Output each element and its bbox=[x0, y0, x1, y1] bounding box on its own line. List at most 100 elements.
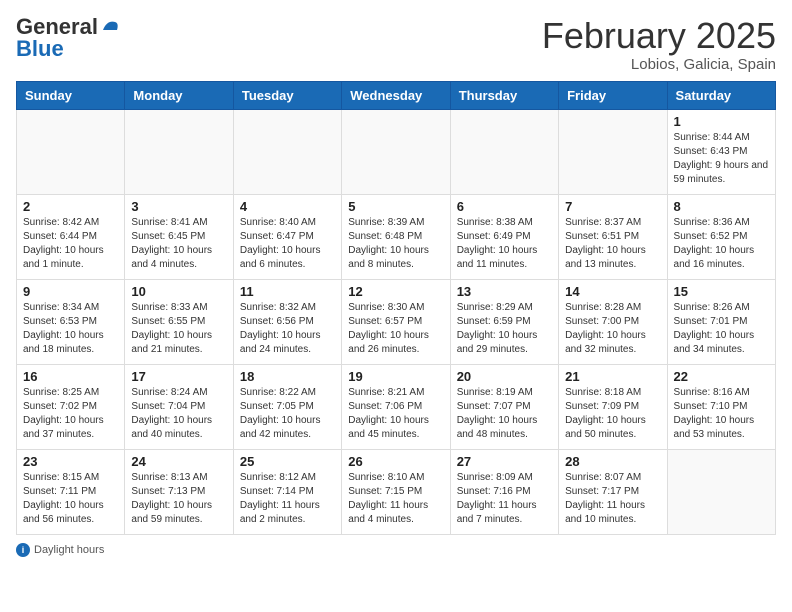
day-number: 2 bbox=[23, 199, 118, 214]
calendar-cell: 18 Sunrise: 8:22 AM Sunset: 7:05 PM Dayli… bbox=[233, 364, 341, 449]
day-info: Sunrise: 8:32 AM Sunset: 6:56 PM Dayligh… bbox=[240, 301, 335, 357]
day-info: Sunrise: 8:39 AM Sunset: 6:48 PM Dayligh… bbox=[348, 216, 443, 272]
week-row-2: 2 Sunrise: 8:42 AM Sunset: 6:44 PM Daylig… bbox=[17, 194, 776, 279]
day-number: 21 bbox=[565, 369, 660, 384]
page-header: General Blue February 2025 Lobios, Galic… bbox=[16, 16, 776, 73]
day-number: 9 bbox=[23, 284, 118, 299]
day-number: 14 bbox=[565, 284, 660, 299]
day-info: Sunrise: 8:13 AM Sunset: 7:13 PM Dayligh… bbox=[131, 471, 226, 527]
day-info: Sunrise: 8:25 AM Sunset: 7:02 PM Dayligh… bbox=[23, 386, 118, 442]
calendar-cell bbox=[125, 109, 233, 194]
calendar-cell bbox=[17, 109, 125, 194]
day-number: 8 bbox=[674, 199, 769, 214]
day-number: 24 bbox=[131, 454, 226, 469]
day-number: 11 bbox=[240, 284, 335, 299]
header-friday: Friday bbox=[559, 81, 667, 109]
calendar-cell: 23 Sunrise: 8:15 AM Sunset: 7:11 PM Dayli… bbox=[17, 449, 125, 534]
header-thursday: Thursday bbox=[450, 81, 558, 109]
calendar-cell: 10 Sunrise: 8:33 AM Sunset: 6:55 PM Dayli… bbox=[125, 279, 233, 364]
day-number: 7 bbox=[565, 199, 660, 214]
day-number: 17 bbox=[131, 369, 226, 384]
week-row-4: 16 Sunrise: 8:25 AM Sunset: 7:02 PM Dayli… bbox=[17, 364, 776, 449]
calendar-cell: 2 Sunrise: 8:42 AM Sunset: 6:44 PM Daylig… bbox=[17, 194, 125, 279]
day-info: Sunrise: 8:15 AM Sunset: 7:11 PM Dayligh… bbox=[23, 471, 118, 527]
calendar-cell: 25 Sunrise: 8:12 AM Sunset: 7:14 PM Dayli… bbox=[233, 449, 341, 534]
header-tuesday: Tuesday bbox=[233, 81, 341, 109]
day-number: 25 bbox=[240, 454, 335, 469]
day-number: 18 bbox=[240, 369, 335, 384]
calendar-cell: 15 Sunrise: 8:26 AM Sunset: 7:01 PM Dayli… bbox=[667, 279, 775, 364]
header-monday: Monday bbox=[125, 81, 233, 109]
calendar-cell: 12Sunrise: 8:30 AM Sunset: 6:57 PM Dayli… bbox=[342, 279, 450, 364]
day-number: 12 bbox=[348, 284, 443, 299]
day-info: Sunrise: 8:24 AM Sunset: 7:04 PM Dayligh… bbox=[131, 386, 226, 442]
footer-note: i Daylight hours bbox=[16, 543, 776, 557]
calendar-cell bbox=[559, 109, 667, 194]
day-info: Sunrise: 8:37 AM Sunset: 6:51 PM Dayligh… bbox=[565, 216, 660, 272]
day-number: 4 bbox=[240, 199, 335, 214]
calendar-cell bbox=[450, 109, 558, 194]
info-icon: i bbox=[16, 543, 30, 557]
day-info: Sunrise: 8:28 AM Sunset: 7:00 PM Dayligh… bbox=[565, 301, 660, 357]
day-info: Sunrise: 8:29 AM Sunset: 6:59 PM Dayligh… bbox=[457, 301, 552, 357]
calendar-header-row: SundayMondayTuesdayWednesdayThursdayFrid… bbox=[17, 81, 776, 109]
week-row-5: 23 Sunrise: 8:15 AM Sunset: 7:11 PM Dayli… bbox=[17, 449, 776, 534]
day-info: Sunrise: 8:42 AM Sunset: 6:44 PM Dayligh… bbox=[23, 216, 118, 272]
day-info: Sunrise: 8:22 AM Sunset: 7:05 PM Dayligh… bbox=[240, 386, 335, 442]
week-row-1: 1 Sunrise: 8:44 AM Sunset: 6:43 PM Daylig… bbox=[17, 109, 776, 194]
day-number: 13 bbox=[457, 284, 552, 299]
day-number: 16 bbox=[23, 369, 118, 384]
day-number: 26 bbox=[348, 454, 443, 469]
day-number: 3 bbox=[131, 199, 226, 214]
calendar-cell: 27Sunrise: 8:09 AM Sunset: 7:16 PM Dayli… bbox=[450, 449, 558, 534]
calendar-cell: 24 Sunrise: 8:13 AM Sunset: 7:13 PM Dayli… bbox=[125, 449, 233, 534]
logo-icon bbox=[99, 16, 121, 38]
calendar-cell: 22 Sunrise: 8:16 AM Sunset: 7:10 PM Dayli… bbox=[667, 364, 775, 449]
day-info: Sunrise: 8:12 AM Sunset: 7:14 PM Dayligh… bbox=[240, 471, 335, 527]
calendar-cell: 6 Sunrise: 8:38 AM Sunset: 6:49 PM Daylig… bbox=[450, 194, 558, 279]
calendar-cell bbox=[342, 109, 450, 194]
day-number: 20 bbox=[457, 369, 552, 384]
day-info: Sunrise: 8:44 AM Sunset: 6:43 PM Dayligh… bbox=[674, 131, 769, 187]
calendar-table: SundayMondayTuesdayWednesdayThursdayFrid… bbox=[16, 81, 776, 535]
calendar-cell: 7 Sunrise: 8:37 AM Sunset: 6:51 PM Daylig… bbox=[559, 194, 667, 279]
calendar-cell: 26 Sunrise: 8:10 AM Sunset: 7:15 PM Dayli… bbox=[342, 449, 450, 534]
day-number: 22 bbox=[674, 369, 769, 384]
day-info: Sunrise: 8:33 AM Sunset: 6:55 PM Dayligh… bbox=[131, 301, 226, 357]
day-number: 23 bbox=[23, 454, 118, 469]
day-number: 6 bbox=[457, 199, 552, 214]
week-row-3: 9Sunrise: 8:34 AM Sunset: 6:53 PM Daylig… bbox=[17, 279, 776, 364]
logo-blue: Blue bbox=[16, 36, 64, 61]
calendar-cell: 1 Sunrise: 8:44 AM Sunset: 6:43 PM Daylig… bbox=[667, 109, 775, 194]
day-number: 5 bbox=[348, 199, 443, 214]
calendar-cell: 14 Sunrise: 8:28 AM Sunset: 7:00 PM Dayli… bbox=[559, 279, 667, 364]
calendar-cell: 8 Sunrise: 8:36 AM Sunset: 6:52 PM Daylig… bbox=[667, 194, 775, 279]
calendar-cell: 13 Sunrise: 8:29 AM Sunset: 6:59 PM Dayli… bbox=[450, 279, 558, 364]
calendar-cell bbox=[233, 109, 341, 194]
location-title: Lobios, Galicia, Spain bbox=[542, 56, 776, 73]
day-number: 1 bbox=[674, 114, 769, 129]
calendar-cell: 20 Sunrise: 8:19 AM Sunset: 7:07 PM Dayli… bbox=[450, 364, 558, 449]
day-info: Sunrise: 8:40 AM Sunset: 6:47 PM Dayligh… bbox=[240, 216, 335, 272]
calendar-cell: 21Sunrise: 8:18 AM Sunset: 7:09 PM Dayli… bbox=[559, 364, 667, 449]
title-block: February 2025 Lobios, Galicia, Spain bbox=[542, 16, 776, 73]
day-info: Sunrise: 8:36 AM Sunset: 6:52 PM Dayligh… bbox=[674, 216, 769, 272]
day-info: Sunrise: 8:38 AM Sunset: 6:49 PM Dayligh… bbox=[457, 216, 552, 272]
day-info: Sunrise: 8:41 AM Sunset: 6:45 PM Dayligh… bbox=[131, 216, 226, 272]
day-number: 10 bbox=[131, 284, 226, 299]
day-info: Sunrise: 8:10 AM Sunset: 7:15 PM Dayligh… bbox=[348, 471, 443, 527]
day-number: 27 bbox=[457, 454, 552, 469]
calendar-cell: 16 Sunrise: 8:25 AM Sunset: 7:02 PM Dayli… bbox=[17, 364, 125, 449]
day-info: Sunrise: 8:26 AM Sunset: 7:01 PM Dayligh… bbox=[674, 301, 769, 357]
calendar-cell: 11 Sunrise: 8:32 AM Sunset: 6:56 PM Dayli… bbox=[233, 279, 341, 364]
day-info: Sunrise: 8:16 AM Sunset: 7:10 PM Dayligh… bbox=[674, 386, 769, 442]
calendar-cell: 3 Sunrise: 8:41 AM Sunset: 6:45 PM Daylig… bbox=[125, 194, 233, 279]
calendar-cell: 5 Sunrise: 8:39 AM Sunset: 6:48 PM Daylig… bbox=[342, 194, 450, 279]
header-wednesday: Wednesday bbox=[342, 81, 450, 109]
calendar-cell bbox=[667, 449, 775, 534]
header-sunday: Sunday bbox=[17, 81, 125, 109]
calendar-cell: 9Sunrise: 8:34 AM Sunset: 6:53 PM Daylig… bbox=[17, 279, 125, 364]
day-info: Sunrise: 8:19 AM Sunset: 7:07 PM Dayligh… bbox=[457, 386, 552, 442]
day-number: 15 bbox=[674, 284, 769, 299]
calendar-cell: 28Sunrise: 8:07 AM Sunset: 7:17 PM Dayli… bbox=[559, 449, 667, 534]
